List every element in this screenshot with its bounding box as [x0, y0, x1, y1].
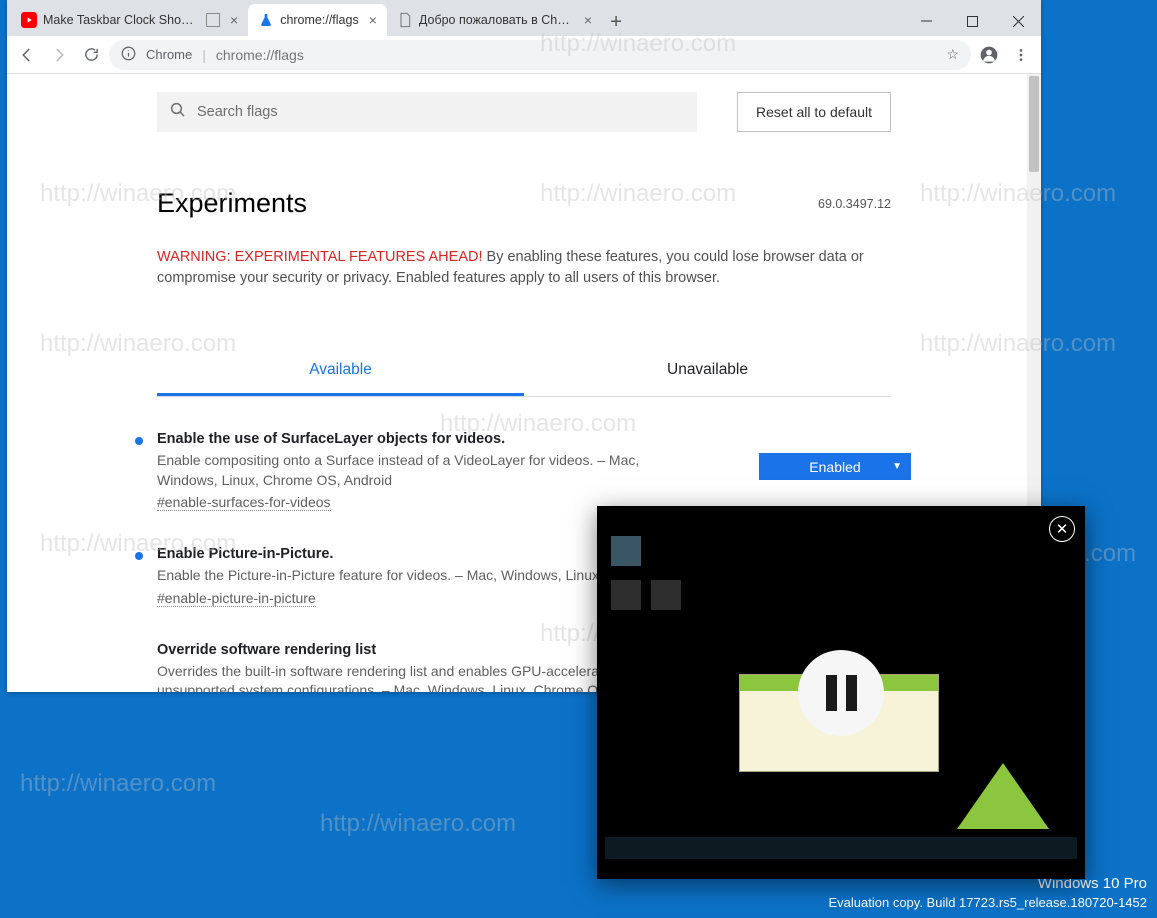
close-window-button[interactable] — [995, 6, 1041, 36]
flag-item: Enable the use of SurfaceLayer objects f… — [157, 431, 891, 512]
tab-label: Добро пожаловать в Chrome! — [419, 13, 574, 27]
page-icon — [397, 12, 413, 28]
tab-available[interactable]: Available — [157, 347, 524, 396]
back-button[interactable] — [13, 41, 41, 69]
search-icon — [169, 101, 187, 123]
tent-graphic — [957, 763, 1049, 829]
new-tab-button[interactable]: + — [602, 8, 630, 36]
reset-all-button[interactable]: Reset all to default — [737, 92, 891, 132]
maximize-button[interactable] — [949, 6, 995, 36]
search-placeholder: Search flags — [197, 104, 278, 120]
pip-window[interactable]: ✕ — [597, 506, 1085, 879]
omnibox-origin: Chrome — [146, 47, 192, 62]
tab-label: Make Taskbar Clock Show Se — [43, 13, 198, 27]
close-icon[interactable]: × — [369, 12, 377, 28]
pip-close-button[interactable]: ✕ — [1049, 516, 1075, 542]
flag-select[interactable]: Enabled — [759, 453, 911, 480]
window-controls — [903, 6, 1041, 36]
flag-anchor[interactable]: #enable-picture-in-picture — [157, 590, 316, 607]
modified-dot-icon — [135, 552, 143, 560]
search-input[interactable]: Search flags — [157, 92, 697, 132]
flask-icon — [258, 12, 274, 28]
flag-description: Enable compositing onto a Surface instea… — [157, 451, 677, 490]
pause-icon — [826, 675, 857, 711]
os-build: Evaluation copy. Build 17723.rs5_release… — [829, 894, 1148, 912]
close-icon[interactable]: × — [584, 12, 592, 28]
page-title: Experiments — [157, 188, 307, 219]
omnibox[interactable]: Chrome | chrome://flags ☆ — [109, 40, 971, 70]
desktop-icon — [611, 536, 641, 566]
chrome-info-icon — [121, 46, 136, 64]
desktop-icon — [651, 580, 681, 610]
titlebar: Make Taskbar Clock Show Se × chrome://fl… — [7, 0, 1041, 36]
tab-youtube[interactable]: Make Taskbar Clock Show Se × — [11, 4, 248, 36]
omnibox-url: chrome://flags — [216, 47, 304, 63]
tab-welcome[interactable]: Добро пожаловать в Chrome! × — [387, 4, 602, 36]
youtube-icon — [21, 12, 37, 28]
toolbar: Chrome | chrome://flags ☆ — [7, 36, 1041, 74]
flag-tabs: Available Unavailable — [157, 347, 891, 397]
bookmark-star-icon[interactable]: ☆ — [946, 46, 959, 63]
flag-title: Enable the use of SurfaceLayer objects f… — [157, 431, 891, 447]
scrollbar-thumb[interactable] — [1029, 76, 1039, 172]
minimize-button[interactable] — [903, 6, 949, 36]
close-icon[interactable]: × — [230, 12, 238, 28]
forward-button[interactable] — [45, 41, 73, 69]
tab-unavailable[interactable]: Unavailable — [524, 347, 891, 396]
tab-label: chrome://flags — [280, 13, 359, 27]
tab-media-icon — [206, 13, 220, 27]
separator: | — [202, 47, 206, 63]
profile-avatar-icon[interactable] — [975, 41, 1003, 69]
menu-dots-icon[interactable] — [1007, 41, 1035, 69]
tab-strip: Make Taskbar Clock Show Se × chrome://fl… — [7, 0, 903, 36]
modified-dot-icon — [135, 437, 143, 445]
warning-prefix: WARNING: EXPERIMENTAL FEATURES AHEAD! — [157, 249, 483, 265]
chrome-version: 69.0.3497.12 — [818, 197, 891, 211]
warning-text: WARNING: EXPERIMENTAL FEATURES AHEAD! By… — [157, 247, 891, 289]
flag-anchor[interactable]: #enable-surfaces-for-videos — [157, 494, 331, 511]
video-taskbar — [605, 837, 1077, 859]
tab-flags[interactable]: chrome://flags × — [248, 4, 387, 36]
reload-button[interactable] — [77, 41, 105, 69]
desktop-icon — [611, 580, 641, 610]
pip-pause-button[interactable] — [798, 650, 884, 736]
